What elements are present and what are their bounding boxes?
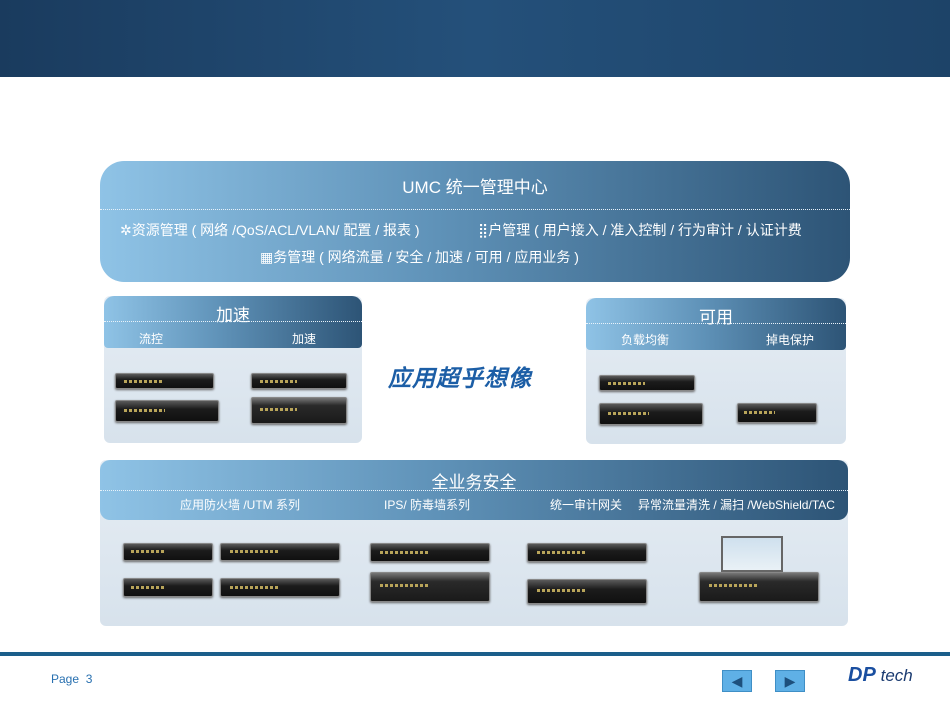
security-sub-ddos: 异常流量清洗 / 漏扫 /WebShield/TAC	[638, 498, 835, 512]
avail-sub-power: 掉电保护	[766, 333, 815, 347]
header-band	[0, 0, 950, 77]
avail-header: 可用 负载均衡 掉电保护	[586, 298, 846, 350]
accel-panel: 加速 流控 加速	[104, 296, 362, 443]
accel-header: 加速 流控 加速	[104, 296, 362, 348]
page-label: Page	[51, 672, 80, 686]
umc-panel: UMC 统一管理中心 ✲资源管理 ( 网络 /QoS/ACL/VLAN/ 配置 …	[100, 161, 850, 282]
resource-icon: ✲	[120, 222, 132, 238]
dptech-logo: DP tech	[848, 664, 913, 687]
umc-line-business: ▦务管理 ( 网络流量 / 安全 / 加速 / 可用 / 应用业务 )	[260, 249, 579, 265]
monitor-screen-image	[721, 536, 783, 572]
device-image	[123, 578, 213, 597]
device-image	[527, 543, 647, 562]
device-image	[737, 403, 817, 423]
footer-line	[0, 652, 950, 656]
avail-title: 可用	[699, 308, 733, 327]
avail-sub-lb: 负载均衡	[621, 333, 670, 347]
prev-slide-button[interactable]: ◀	[722, 670, 752, 692]
logo-tech: tech	[880, 666, 913, 685]
security-panel: 全业务安全 应用防火墙 /UTM 系列 IPS/ 防毒墙系列 统一审计网关 异常…	[100, 460, 848, 626]
page-indicator: Page 3	[51, 672, 92, 686]
device-image	[370, 572, 490, 602]
accel-title: 加速	[216, 306, 250, 325]
security-sub-ips: IPS/ 防毒墙系列	[384, 498, 471, 512]
accel-sub-flow: 流控	[139, 332, 164, 346]
device-image	[527, 579, 647, 604]
device-image	[115, 373, 214, 389]
slogan: 应用超乎想像	[388, 365, 532, 392]
device-image	[251, 397, 347, 424]
device-image	[220, 578, 340, 597]
umc-line-user: ⣿户管理 ( 用户接入 / 准入控制 / 行为审计 / 认证计费	[478, 222, 802, 238]
logo-dp: DP	[848, 664, 876, 686]
device-image	[599, 403, 703, 425]
device-image	[220, 543, 340, 561]
device-image	[370, 543, 490, 562]
grid-icon: ▦	[260, 249, 274, 265]
device-image	[599, 375, 695, 391]
umc-title: UMC 统一管理中心	[402, 178, 548, 197]
security-header: 全业务安全 应用防火墙 /UTM 系列 IPS/ 防毒墙系列 统一审计网关 异常…	[100, 460, 848, 520]
device-image	[251, 373, 347, 389]
divider	[100, 490, 848, 491]
next-slide-button[interactable]: ▶	[775, 670, 805, 692]
user-icon: ⣿	[478, 222, 489, 238]
avail-panel: 可用 负载均衡 掉电保护	[586, 298, 846, 444]
security-sub-fw: 应用防火墙 /UTM 系列	[180, 498, 300, 512]
divider	[104, 321, 362, 322]
divider	[100, 209, 850, 210]
security-sub-audit: 统一审计网关	[550, 498, 623, 512]
divider	[586, 323, 846, 324]
accel-sub-accel: 加速	[292, 332, 317, 346]
device-image	[123, 543, 213, 561]
umc-line-resource: ✲资源管理 ( 网络 /QoS/ACL/VLAN/ 配置 / 报表 )	[120, 222, 420, 238]
device-image	[699, 572, 819, 602]
page-number: 3	[85, 672, 93, 686]
device-image	[115, 400, 219, 422]
